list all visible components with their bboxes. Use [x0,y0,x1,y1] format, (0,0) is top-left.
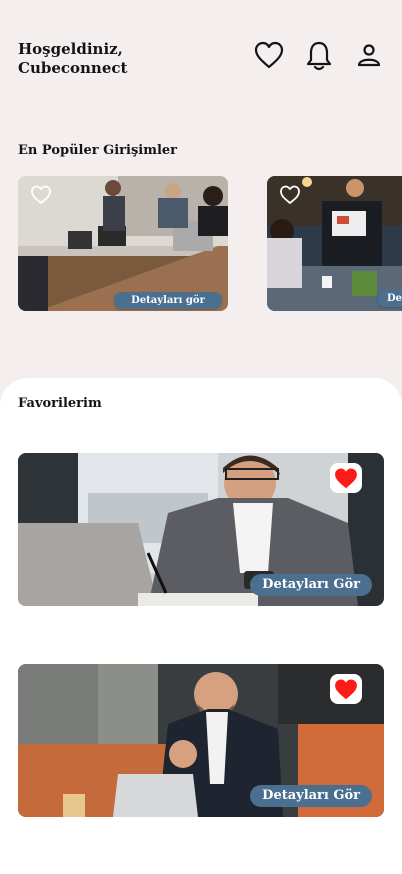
bell-icon[interactable] [305,40,333,72]
favorite-card[interactable]: Detayları Gör [18,453,384,606]
greeting-line2: Cubeconnect [18,59,128,77]
favorite-heart-icon[interactable] [330,674,362,704]
popular-card[interactable]: Detayları gör [267,176,402,311]
heart-icon[interactable] [254,41,284,69]
favorite-card[interactable]: Detayları Gör [18,664,384,817]
details-button[interactable]: Detayları Gör [250,785,372,807]
favorites-title: Favorilerim [18,396,102,411]
details-button[interactable]: Detayları Gör [250,574,372,596]
user-icon[interactable] [357,43,381,67]
favorite-toggle-icon[interactable] [279,185,301,209]
popular-card[interactable]: Detayları gör [18,176,228,311]
greeting-line1: Hoşgeldiniz, [18,40,123,58]
favorite-heart-icon[interactable] [330,463,362,493]
details-button[interactable]: Detayları gör [114,292,222,309]
favorite-toggle-icon[interactable] [30,185,52,209]
details-button[interactable]: Detayları gör [377,290,402,307]
greeting: Hoşgeldiniz, Cubeconnect [18,40,208,78]
popular-title: En Popüler Girişimler [18,143,178,158]
